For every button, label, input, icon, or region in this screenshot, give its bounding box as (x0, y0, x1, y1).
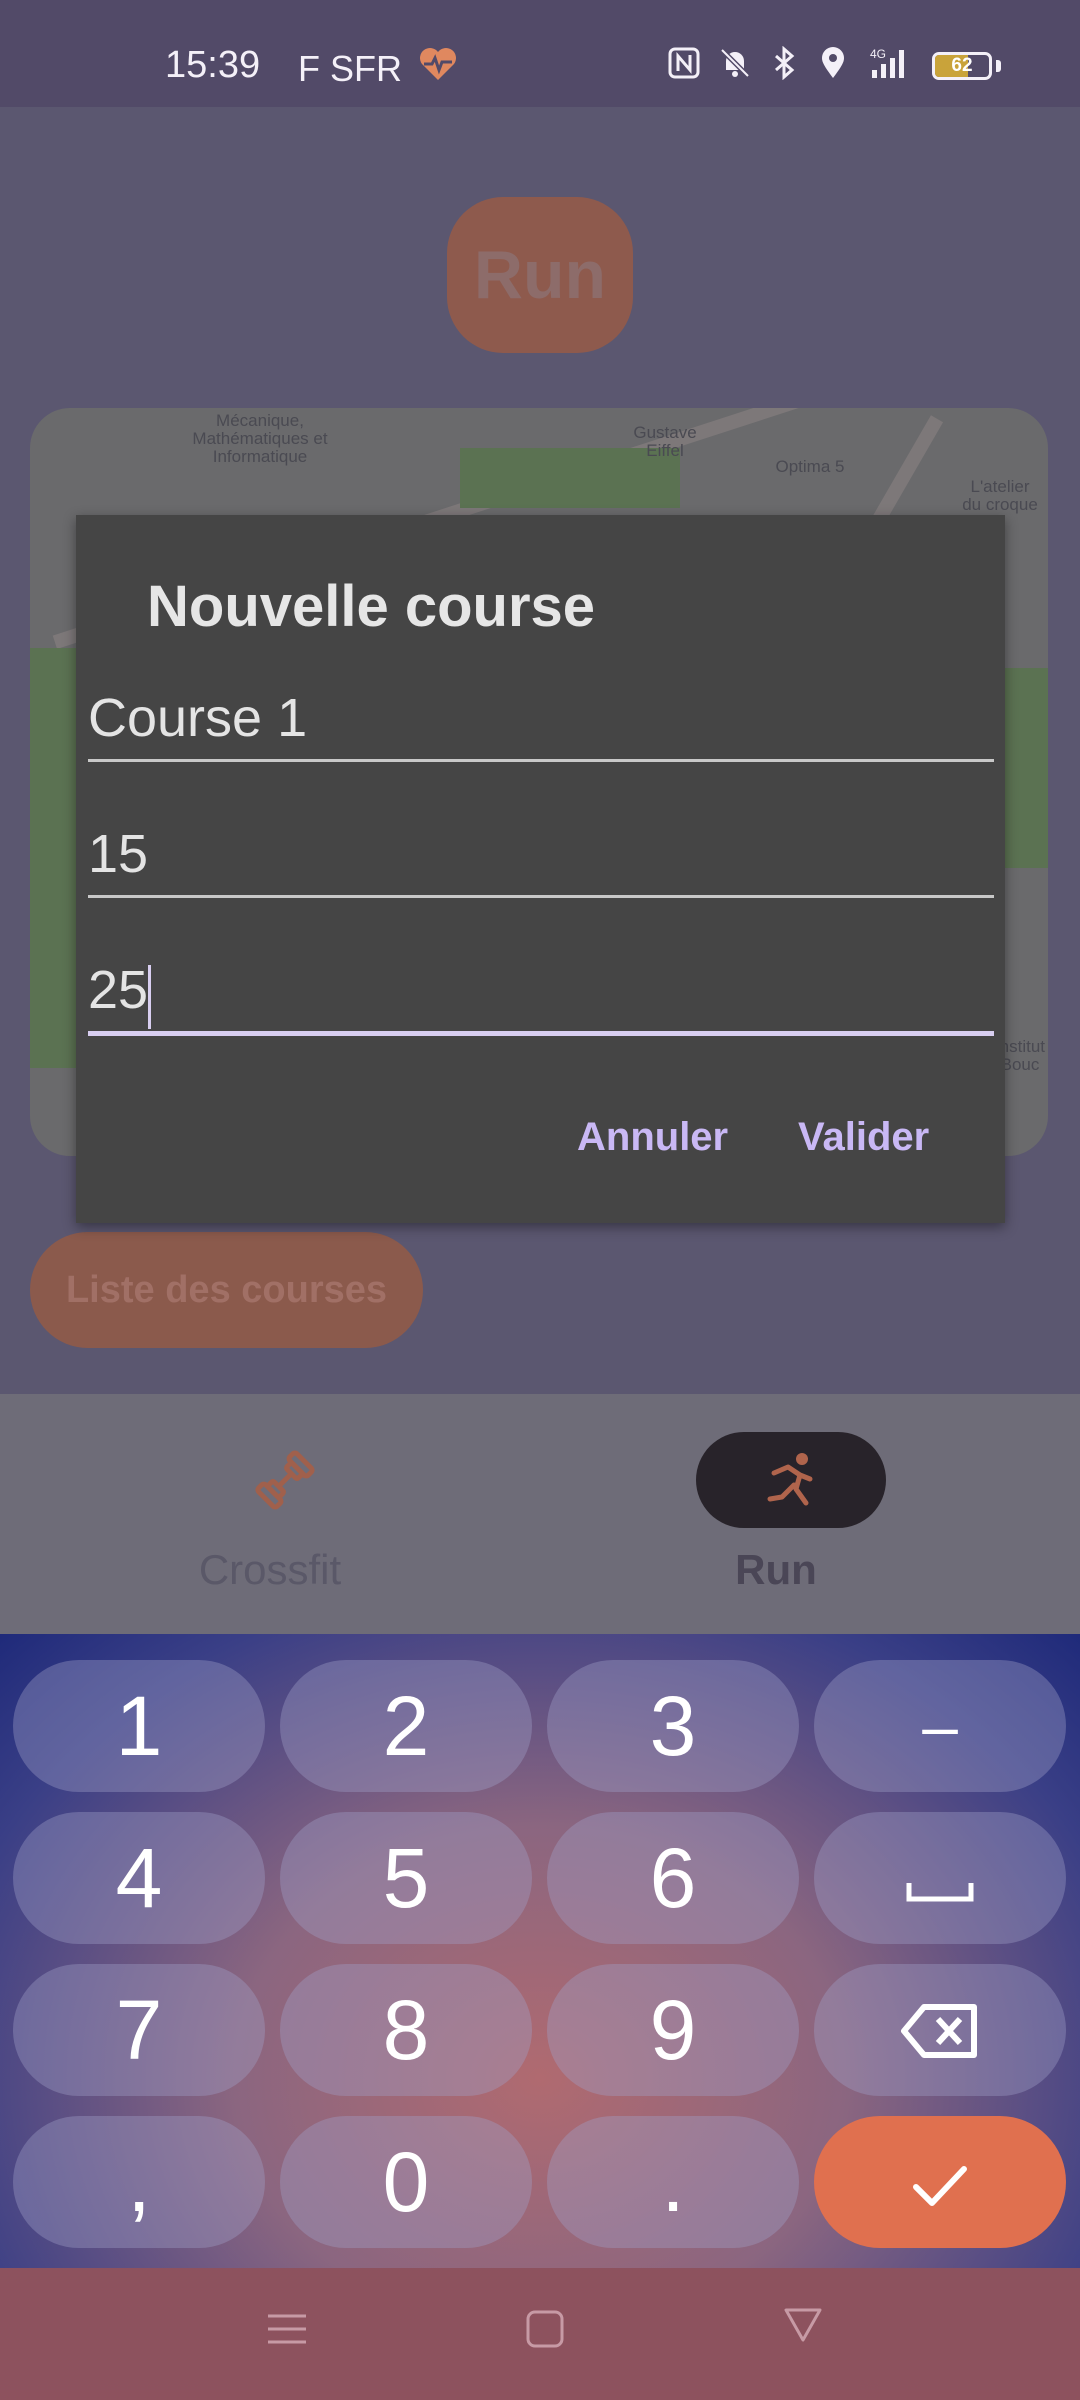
signal-4g-icon: 4G (866, 46, 914, 85)
map-label: Gustave Eiffel (633, 423, 697, 460)
key-6[interactable]: 6 (547, 1812, 799, 1944)
key-7[interactable]: 7 (13, 1964, 265, 2096)
new-race-dialog: Nouvelle course Annuler Valider (76, 515, 1005, 1223)
numeric-keyboard: 1 2 3 – 4 5 6 7 8 9 , 0 . (0, 1634, 1080, 2268)
system-nav-bar (0, 2268, 1080, 2400)
field-underline (88, 895, 994, 898)
nfc-icon (668, 47, 700, 84)
map-label: Optima 5 (775, 457, 845, 476)
map-label: Mécanique, Mathématiques et Informatique (192, 411, 328, 466)
field-underline (88, 759, 994, 762)
key-dash[interactable]: – (814, 1660, 1066, 1792)
menu-icon[interactable] (266, 2308, 308, 2355)
dumbbell-icon (190, 1432, 380, 1528)
nav-item-run[interactable]: Run (506, 1394, 1046, 1634)
location-icon (818, 46, 848, 85)
space-icon (905, 1830, 975, 1927)
key-1[interactable]: 1 (13, 1660, 265, 1792)
key-9[interactable]: 9 (547, 1964, 799, 2096)
svg-text:4G: 4G (870, 47, 886, 61)
battery-icon: 62 (932, 51, 992, 80)
nav-item-crossfit[interactable]: Crossfit (0, 1394, 540, 1634)
home-icon[interactable] (524, 2308, 566, 2355)
dialog-title: Nouvelle course (147, 574, 596, 639)
race-value-2-field[interactable] (88, 959, 994, 1036)
bluetooth-icon (770, 45, 800, 85)
key-period[interactable]: . (547, 2116, 799, 2248)
key-backspace[interactable] (814, 1964, 1066, 2096)
race-value-2-input[interactable] (88, 959, 994, 1021)
battery-cap (996, 59, 1001, 72)
cancel-button[interactable]: Annuler (577, 1115, 728, 1160)
key-8[interactable]: 8 (280, 1964, 532, 2096)
key-5[interactable]: 5 (280, 1812, 532, 1944)
race-list-button[interactable]: Liste des courses (30, 1232, 423, 1348)
race-value-1-input[interactable] (88, 823, 994, 885)
key-2[interactable]: 2 (280, 1660, 532, 1792)
bottom-nav: Crossfit Run (0, 1394, 1080, 1634)
key-4[interactable]: 4 (13, 1812, 265, 1944)
confirm-button[interactable]: Valider (798, 1115, 929, 1160)
back-icon[interactable] (782, 2304, 824, 2351)
map-label: L'atelier du croque (962, 477, 1038, 514)
bell-muted-icon (718, 46, 752, 85)
nav-label-run: Run (735, 1546, 817, 1593)
race-value-1-field[interactable] (88, 823, 994, 898)
key-0[interactable]: 0 (280, 2116, 532, 2248)
nav-label-crossfit: Crossfit (198, 1546, 342, 1593)
key-enter[interactable] (814, 2116, 1066, 2248)
battery-level: 62 (951, 54, 973, 76)
race-name-input[interactable] (88, 687, 994, 749)
status-bar: 15:39 F SFR 4G 62 (0, 0, 1080, 107)
running-icon (696, 1432, 886, 1528)
status-icons: 4G 62 (668, 45, 1001, 85)
key-comma[interactable]: , (13, 2116, 265, 2248)
field-underline-focused (88, 1031, 994, 1036)
text-caret (148, 965, 151, 1029)
status-carrier: F SFR (298, 48, 402, 89)
checkmark-icon (910, 2134, 970, 2231)
heart-health-icon (418, 46, 458, 87)
key-space[interactable] (814, 1812, 1066, 1944)
backspace-icon (900, 1982, 980, 2079)
key-3[interactable]: 3 (547, 1660, 799, 1792)
page-title: Run (447, 197, 633, 353)
race-name-field[interactable] (88, 687, 994, 762)
status-time: 15:39 (165, 44, 261, 86)
